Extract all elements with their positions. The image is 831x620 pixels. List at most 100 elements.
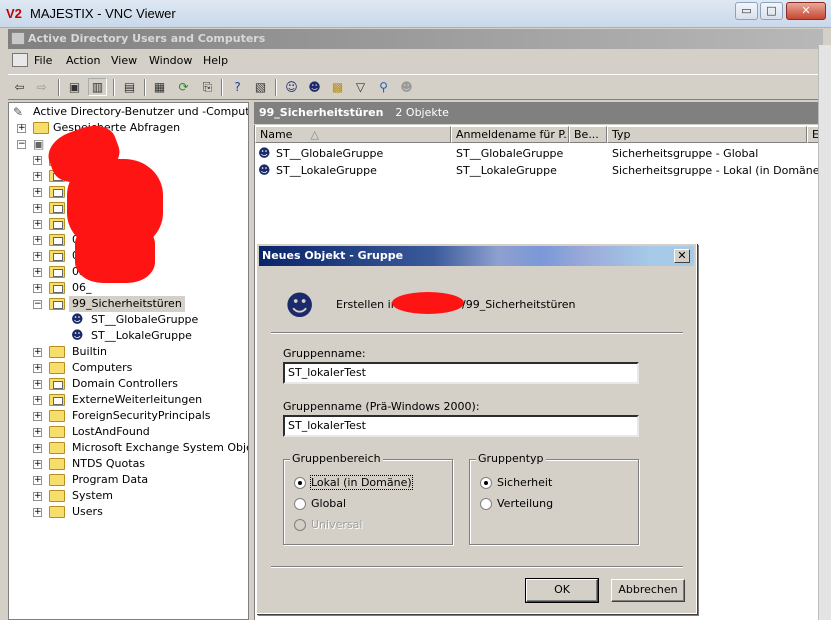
find-icon[interactable]: ⚲: [374, 78, 393, 96]
expand-icon[interactable]: +: [33, 236, 42, 245]
up-folder-icon[interactable]: ▣: [65, 78, 84, 96]
cell-login: ST__GlobaleGruppe: [456, 147, 564, 160]
group-name-pre2000-label: Gruppenname (Prä-Windows 2000):: [283, 400, 480, 413]
minimize-button[interactable]: ▭: [735, 2, 758, 20]
vnc-logo-icon: V2: [6, 6, 22, 21]
expand-icon[interactable]: +: [33, 428, 42, 437]
radio-type-security[interactable]: [480, 477, 492, 489]
folder-icon: [49, 458, 65, 470]
expand-icon[interactable]: +: [33, 508, 42, 517]
console-menu-icon[interactable]: [12, 53, 28, 67]
tree-item-label: NTDS Quotas: [72, 457, 146, 470]
group-icon: ☻: [71, 328, 84, 342]
tree-item-label: System: [72, 489, 114, 502]
menu-file[interactable]: File: [34, 54, 52, 67]
separator: [271, 566, 683, 568]
collapse-icon[interactable]: −: [17, 140, 26, 149]
show-tree-icon[interactable]: ▥: [88, 78, 107, 96]
group-scope-box: Gruppenbereich Lokal (in Domäne) Global …: [283, 452, 453, 545]
radio-scope-local[interactable]: [294, 477, 306, 489]
expand-icon[interactable]: +: [33, 268, 42, 277]
radio-scope-global[interactable]: [294, 498, 306, 510]
radio-type-distribution-label[interactable]: Verteilung: [497, 497, 553, 510]
table-row[interactable]: ☻ ST__LokaleGruppe ST__LokaleGruppe Sicherh…: [255, 163, 831, 179]
tree-item-label: Domain Controllers: [72, 377, 179, 390]
expand-icon[interactable]: +: [33, 476, 42, 485]
tree-item-saved-queries[interactable]: + Gespeicherte Abfragen: [17, 120, 217, 136]
expand-icon[interactable]: +: [33, 364, 42, 373]
vnc-window-title: MAJESTIX - VNC Viewer: [30, 6, 176, 21]
ou-icon: [49, 282, 65, 294]
forward-icon[interactable]: ⇨: [32, 78, 51, 96]
new-group-icon[interactable]: ☻: [305, 78, 324, 96]
folder-icon: [49, 426, 65, 438]
close-button[interactable]: ✕: [786, 2, 826, 20]
cell-login: ST__LokaleGruppe: [456, 164, 557, 177]
group-scope-title: Gruppenbereich: [290, 452, 383, 465]
toolbar-separator: [221, 79, 223, 96]
help-icon[interactable]: ?: [228, 78, 247, 96]
menu-help[interactable]: Help: [203, 54, 228, 67]
ok-button[interactable]: OK: [525, 578, 599, 603]
console-icon[interactable]: ▧: [251, 78, 270, 96]
menu-window[interactable]: Window: [149, 54, 192, 67]
new-group-dialog: Neues Objekt - Gruppe ✕ ☻ Erstellen in: …: [256, 243, 697, 614]
radio-scope-local-label[interactable]: Lokal (in Domäne): [310, 475, 413, 490]
expand-icon[interactable]: +: [33, 412, 42, 421]
column-name[interactable]: Name △: [255, 126, 451, 143]
table-row[interactable]: ☻ ST__GlobaleGruppe ST__GlobaleGruppe Siche…: [255, 146, 831, 162]
tree-item-99-sicherheitstueren[interactable]: − 99_Sicherheitstüren: [33, 296, 243, 312]
export-icon[interactable]: ⎘: [198, 78, 217, 96]
cell-type: Sicherheitsgruppe - Global: [612, 147, 759, 160]
separator: [271, 332, 683, 334]
radio-scope-global-label[interactable]: Global: [311, 497, 346, 510]
sort-up-icon: △: [310, 128, 319, 141]
folder-icon: [49, 346, 65, 358]
new-ou-icon[interactable]: ▩: [328, 78, 347, 96]
menu-view[interactable]: View: [111, 54, 137, 67]
dialog-close-button[interactable]: ✕: [674, 249, 690, 263]
maximize-button[interactable]: □: [760, 2, 783, 20]
properties-icon[interactable]: ▦: [150, 78, 169, 96]
new-user-icon[interactable]: ☺: [282, 78, 301, 96]
back-icon[interactable]: ⇦: [10, 78, 29, 96]
expand-icon[interactable]: +: [33, 252, 42, 261]
delete-icon[interactable]: ▤: [120, 78, 139, 96]
radio-type-security-label[interactable]: Sicherheit: [497, 476, 552, 489]
column-description[interactable]: Be...: [569, 126, 607, 143]
vertical-scrollbar[interactable]: [818, 45, 831, 620]
column-login[interactable]: Anmeldename für P...: [451, 126, 569, 143]
add-group-icon[interactable]: ☻: [397, 78, 416, 96]
cell-name: ST__GlobaleGruppe: [276, 147, 384, 160]
group-name-input[interactable]: ST_lokalerTest: [283, 362, 639, 384]
expand-icon[interactable]: +: [33, 188, 42, 197]
collapse-icon[interactable]: −: [33, 300, 42, 309]
filter-icon[interactable]: ▽: [351, 78, 370, 96]
expand-icon[interactable]: +: [33, 220, 42, 229]
folder-icon: [49, 410, 65, 422]
expand-icon[interactable]: +: [33, 460, 42, 469]
expand-icon[interactable]: +: [33, 204, 42, 213]
menu-action[interactable]: Action: [66, 54, 100, 67]
expand-icon[interactable]: +: [33, 156, 42, 165]
expand-icon[interactable]: +: [33, 172, 42, 181]
group-name-pre2000-input[interactable]: ST_lokalerTest: [283, 415, 639, 437]
expand-icon[interactable]: +: [33, 444, 42, 453]
toolbar: ⇦ ⇨ ▣ ▥ ▤ ▦ ⟳ ⎘ ? ▧ ☺ ☻ ▩ ▽ ⚲ ☻: [8, 74, 823, 100]
expand-icon[interactable]: +: [17, 124, 26, 133]
expand-icon[interactable]: +: [33, 284, 42, 293]
cancel-button[interactable]: Abbrechen: [611, 579, 685, 602]
ou-icon: [49, 298, 65, 310]
refresh-icon[interactable]: ⟳: [174, 78, 193, 96]
ou-icon: [49, 234, 65, 246]
expand-icon[interactable]: +: [33, 380, 42, 389]
folder-icon: [49, 442, 65, 454]
expand-icon[interactable]: +: [33, 348, 42, 357]
radio-scope-universal: [294, 519, 306, 531]
column-type[interactable]: Typ: [607, 126, 807, 143]
radio-type-distribution[interactable]: [480, 498, 492, 510]
expand-icon[interactable]: +: [33, 492, 42, 501]
expand-icon[interactable]: +: [33, 396, 42, 405]
tree-item-label: Users: [72, 505, 103, 518]
folder-icon: [33, 122, 49, 134]
